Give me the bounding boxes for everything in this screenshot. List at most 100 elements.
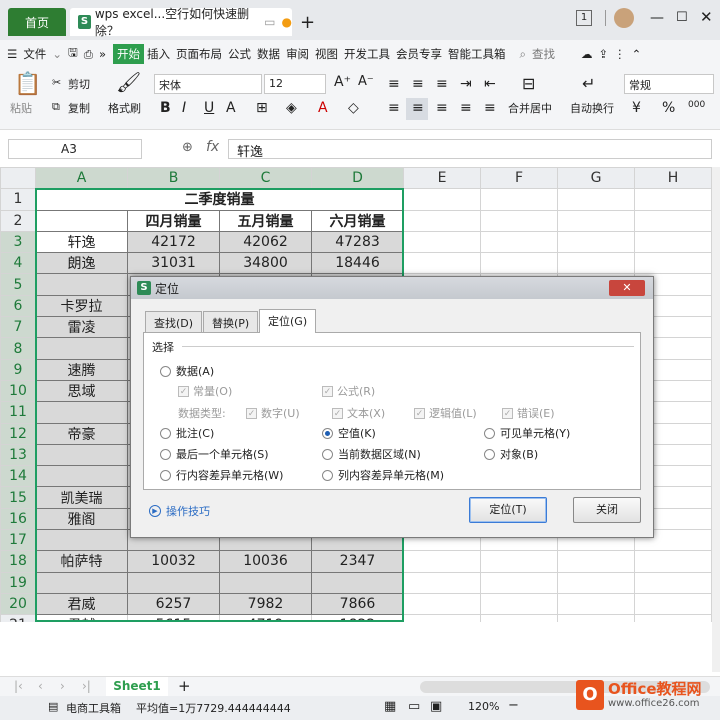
cell[interactable] — [634, 550, 712, 573]
menu-review[interactable]: 审阅 — [283, 46, 312, 62]
check-text[interactable]: ✓ 文本(X) — [332, 405, 385, 421]
wrap-text-button[interactable]: 自动换行 — [570, 100, 614, 116]
check-errors[interactable]: ✓ 错误(E) — [502, 405, 555, 421]
checkbox[interactable]: ✓ — [502, 407, 513, 419]
menu-formula[interactable]: 公式 — [225, 46, 254, 62]
row-header[interactable]: 4 — [0, 252, 36, 275]
cell[interactable] — [35, 443, 128, 467]
cell[interactable] — [557, 571, 635, 594]
number-format-select[interactable]: 常规 — [624, 74, 714, 94]
cell[interactable]: 雷凌 — [35, 316, 128, 339]
cell[interactable]: 7866 — [311, 592, 404, 616]
font-name-select[interactable]: 宋体 — [154, 74, 262, 94]
cell[interactable] — [35, 401, 128, 424]
add-sheet-button[interactable]: + — [178, 677, 191, 695]
maximize-icon[interactable]: ☐ — [676, 10, 688, 25]
align-center-icon[interactable]: ≡ — [412, 100, 424, 116]
align-left-icon[interactable]: ≡ — [388, 100, 400, 116]
format-painter-button[interactable]: 格式刷 — [108, 100, 141, 116]
tab-home[interactable]: 首页 — [8, 8, 66, 36]
radio-button[interactable] — [160, 448, 171, 460]
cell[interactable] — [634, 230, 712, 254]
page-layout-view-icon[interactable]: ▭ — [408, 699, 420, 714]
merge-center-button[interactable]: 合并居中 — [508, 100, 552, 116]
row-header[interactable]: 1 — [0, 188, 36, 211]
row-header[interactable]: 3 — [0, 230, 36, 254]
cell[interactable] — [557, 188, 635, 211]
cell[interactable]: 10032 — [127, 550, 220, 573]
column-header-c[interactable]: C — [219, 167, 312, 190]
cell[interactable]: 思域 — [35, 379, 128, 403]
minimize-icon[interactable]: — — [650, 10, 664, 26]
cell[interactable] — [634, 188, 712, 211]
outdent-icon[interactable]: ⇤ — [484, 76, 496, 92]
normal-view-icon[interactable]: ▦ — [384, 699, 396, 714]
radio-button[interactable] — [160, 469, 171, 481]
cell[interactable] — [557, 592, 635, 616]
sheet-title-cell[interactable]: 二季度销量 — [35, 188, 404, 211]
cell[interactable] — [634, 252, 712, 275]
radio-row-differences[interactable]: 行内容差异单元格(W) — [160, 467, 283, 483]
more-options-icon[interactable]: ⋮ — [611, 47, 629, 61]
tab-replace[interactable]: 替换(P) — [203, 311, 259, 333]
radio-blanks[interactable]: 空值(K) — [322, 425, 376, 441]
column-header-h[interactable]: H — [634, 167, 712, 190]
row-header[interactable]: 10 — [0, 379, 36, 403]
row-header[interactable]: 2 — [0, 209, 36, 232]
cell[interactable] — [403, 571, 481, 594]
cell[interactable]: 君越 — [35, 614, 128, 622]
checkbox[interactable]: ✓ — [332, 407, 343, 419]
row-header[interactable]: 9 — [0, 358, 36, 381]
currency-button[interactable]: ¥ — [632, 100, 641, 116]
sheet-tab-active[interactable]: Sheet1 — [106, 677, 168, 696]
cell[interactable] — [35, 571, 128, 594]
column-header-g[interactable]: G — [557, 167, 635, 190]
tab-document[interactable]: S wps excel...空行如何快速删除？ ▭ ● — [70, 7, 292, 38]
search-label[interactable]: 查找 — [529, 46, 558, 62]
cell[interactable]: 31031 — [127, 252, 220, 275]
copy-button[interactable]: 复制 — [68, 100, 90, 116]
cell[interactable] — [634, 592, 712, 616]
fill-color-icon[interactable]: ◈ — [286, 100, 297, 116]
column-header-f[interactable]: F — [480, 167, 558, 190]
dialog-close-button[interactable]: 关闭 — [573, 497, 641, 523]
row-header[interactable]: 6 — [0, 294, 36, 318]
cell[interactable] — [480, 209, 558, 232]
row-header[interactable]: 18 — [0, 550, 36, 573]
radio-last-cell[interactable]: 最后一个单元格(S) — [160, 446, 269, 462]
row-header[interactable]: 21 — [0, 614, 36, 622]
print-icon[interactable]: ⎙ — [81, 47, 96, 62]
justify-icon[interactable]: ≡ — [460, 100, 472, 116]
cell[interactable]: 47283 — [311, 230, 404, 254]
row-header[interactable]: 7 — [0, 316, 36, 339]
radio-button[interactable] — [322, 448, 333, 460]
next-sheet-icon[interactable]: › — [60, 679, 65, 693]
check-logicals[interactable]: ✓ 逻辑值(L) — [414, 405, 477, 421]
row-header[interactable]: 11 — [0, 401, 36, 424]
column-header-b[interactable]: B — [127, 167, 220, 190]
font-color-icon[interactable]: A — [318, 100, 328, 116]
cell[interactable]: 5615 — [127, 614, 220, 622]
cell[interactable] — [403, 550, 481, 573]
menu-member[interactable]: 会员专享 — [393, 46, 445, 62]
share-icon[interactable]: ⇪ — [595, 47, 611, 61]
menu-developer[interactable]: 开发工具 — [341, 46, 393, 62]
cell[interactable]: 朗逸 — [35, 252, 128, 275]
radio-button[interactable] — [322, 427, 333, 439]
cloud-icon[interactable]: ☁ — [578, 47, 596, 61]
page-break-view-icon[interactable]: ▣ — [430, 699, 442, 714]
tips-link[interactable]: ▶ 操作技巧 — [149, 503, 210, 519]
cell[interactable]: 卡罗拉 — [35, 294, 128, 318]
cell[interactable] — [480, 252, 558, 275]
align-top-icon[interactable]: ≡ — [388, 76, 400, 92]
cell[interactable] — [480, 188, 558, 211]
row-header[interactable]: 8 — [0, 337, 36, 360]
header-cell[interactable] — [35, 209, 128, 232]
radio-objects[interactable]: 对象(B) — [484, 446, 538, 462]
column-header-e[interactable]: E — [403, 167, 481, 190]
cell[interactable] — [403, 230, 481, 254]
ecommerce-toolbox[interactable]: 电商工具箱 — [66, 700, 121, 716]
goto-ok-button[interactable]: 定位(T) — [469, 497, 547, 523]
cell[interactable]: 雅阁 — [35, 507, 128, 531]
name-box[interactable]: A3 — [8, 139, 142, 159]
